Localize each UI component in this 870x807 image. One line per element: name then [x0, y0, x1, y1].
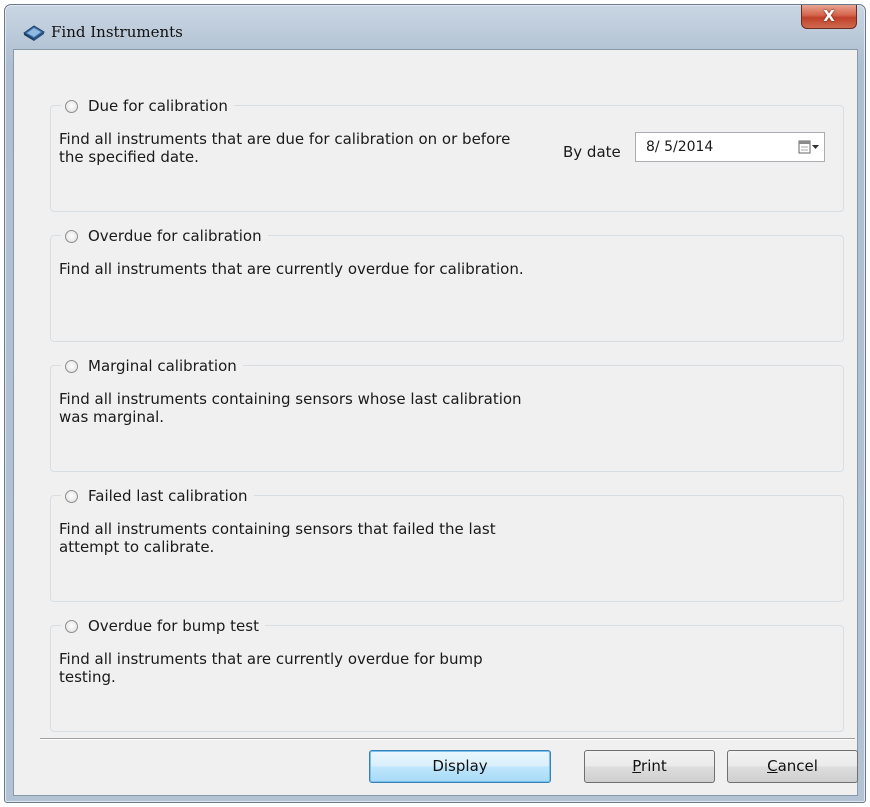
option-group-failed: Failed last calibration Find all instrum…	[50, 485, 844, 602]
option-header[interactable]: Due for calibration	[61, 95, 234, 117]
option-label[interactable]: Overdue for calibration	[88, 227, 262, 245]
display-button[interactable]: Display	[369, 750, 551, 783]
failed-last-calibration-radio[interactable]	[65, 489, 78, 503]
close-button[interactable]: X	[801, 5, 857, 29]
option-description: Find all instruments that are currently …	[59, 260, 524, 278]
option-description: Find all instruments containing sensors …	[59, 390, 522, 426]
option-description: Find all instruments containing sensors …	[59, 520, 496, 556]
option-header[interactable]: Overdue for bump test	[61, 615, 265, 637]
option-group-bump: Overdue for bump test Find all instrumen…	[50, 615, 844, 732]
window-title: Find Instruments	[51, 23, 183, 41]
option-group-marginal: Marginal calibration Find all instrument…	[50, 355, 844, 472]
option-group-due: Due for calibration Find all instruments…	[50, 95, 844, 212]
overdue-for-bump-test-radio[interactable]	[65, 619, 78, 633]
marginal-calibration-radio[interactable]	[65, 359, 78, 373]
instruments-book-icon	[23, 25, 45, 41]
cancel-button[interactable]: Cancel	[727, 750, 858, 783]
find-instruments-dialog: Find Instruments X Due for calibration F…	[4, 4, 866, 803]
option-header[interactable]: Failed last calibration	[61, 485, 254, 507]
option-description: Find all instruments that are due for ca…	[59, 130, 511, 166]
dialog-body: Due for calibration Find all instruments…	[13, 49, 858, 796]
print-button[interactable]: Print	[584, 750, 715, 783]
overdue-for-calibration-radio[interactable]	[65, 229, 78, 243]
option-label[interactable]: Failed last calibration	[88, 487, 248, 505]
option-label[interactable]: Overdue for bump test	[88, 617, 259, 635]
title-bar[interactable]: Find Instruments X	[5, 5, 865, 49]
button-separator	[40, 738, 855, 740]
date-value[interactable]: 8/ 5/2014	[636, 139, 794, 155]
option-header[interactable]: Marginal calibration	[61, 355, 243, 377]
option-label[interactable]: Due for calibration	[88, 97, 228, 115]
option-label[interactable]: Marginal calibration	[88, 357, 237, 375]
option-description: Find all instruments that are currently …	[59, 650, 483, 686]
option-header[interactable]: Overdue for calibration	[61, 225, 268, 247]
by-date-label: By date	[563, 143, 621, 161]
option-group-overdue: Overdue for calibration Find all instrum…	[50, 225, 844, 342]
calendar-dropdown-icon[interactable]	[794, 133, 824, 161]
due-for-calibration-radio[interactable]	[65, 99, 78, 113]
by-date-picker[interactable]: 8/ 5/2014	[635, 132, 825, 162]
